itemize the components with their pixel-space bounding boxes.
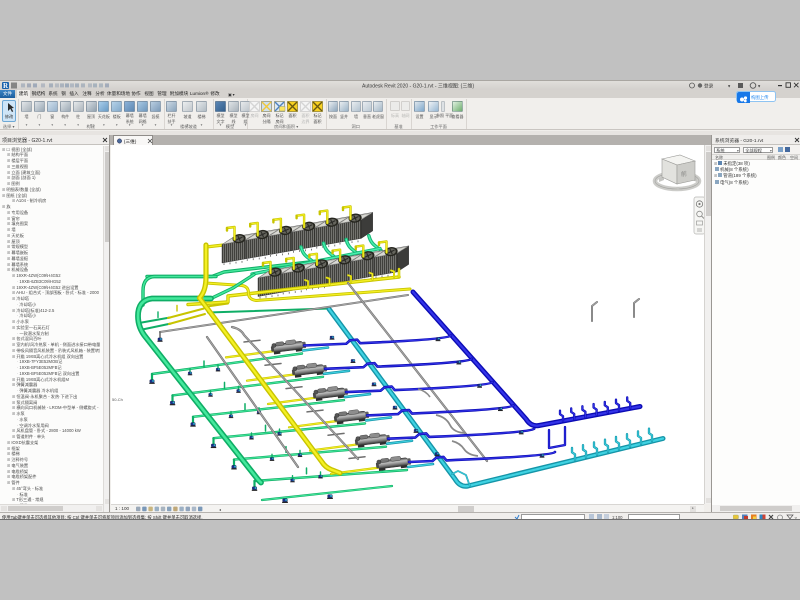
svg-text:{三维}: {三维}: [124, 138, 137, 145]
svg-text:登录: 登录: [704, 83, 714, 89]
svg-text:Autodesk Revit 2020 - G20-1.rv: Autodesk Revit 2020 - G20-1.rvt - 三维视图: …: [362, 83, 474, 90]
svg-text:▾: ▾: [758, 84, 761, 89]
svg-text:▾: ▾: [728, 84, 731, 89]
svg-text::0: :0: [794, 515, 797, 520]
svg-text:50-Ch: 50-Ch: [112, 397, 123, 402]
